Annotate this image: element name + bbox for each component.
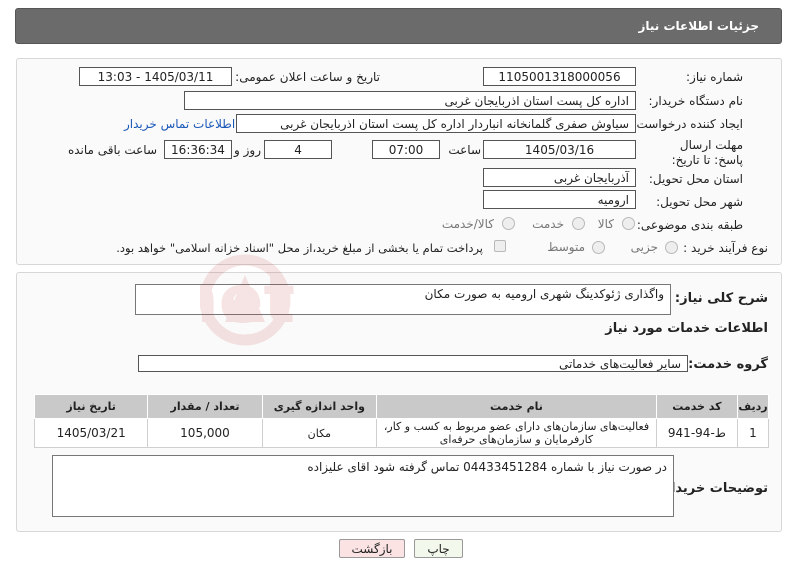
cell-code: ط-94-941: [655, 418, 738, 448]
services-table: ردیف کد خدمت نام خدمت واحد اندازه گیری ت…: [33, 394, 770, 448]
back-button[interactable]: بازگشت: [339, 539, 405, 558]
days-label: روز و: [234, 143, 261, 157]
column-header-unit: واحد اندازه گیری: [261, 394, 378, 419]
cell-name: فعالیت‌های سازمان‌های دارای عضو مربوط به…: [376, 418, 657, 448]
buyer-notes-label: توضیحات خریدار:: [658, 481, 768, 496]
category-radio-goods-service[interactable]: [502, 217, 515, 230]
category-option-goods: کالا: [597, 217, 614, 231]
process-type-label: نوع فرآیند خرید :: [683, 241, 768, 255]
remaining-time-field: 16:36:34: [164, 140, 232, 159]
column-header-qty: تعداد / مقدار: [147, 394, 263, 419]
announce-datetime-label: تاریخ و ساعت اعلان عمومی:: [235, 70, 380, 84]
column-header-index: ردیف: [736, 394, 770, 419]
deadline-label: مهلت ارسال پاسخ: تا تاریخ:: [671, 138, 743, 167]
print-button[interactable]: چاپ: [414, 539, 463, 558]
province-label: استان محل تحویل:: [648, 172, 743, 186]
page-header: جزئیات اطلاعات نیاز: [15, 8, 782, 44]
category-radio-goods[interactable]: [622, 217, 635, 230]
buyer-org-field: اداره کل پست استان اذربایجان غربی: [184, 91, 636, 110]
cell-index: 1: [736, 418, 770, 448]
column-header-name: نام خدمت: [376, 394, 657, 419]
services-section-title: اطلاعات خدمات مورد نیاز: [605, 321, 768, 336]
city-label: شهر محل تحویل:: [656, 195, 743, 209]
province-field: آذربایجان غربی: [483, 168, 636, 187]
category-option-service: خدمت: [532, 217, 564, 231]
treasury-payment-note: پرداخت تمام یا بخشی از مبلغ خرید،از محل …: [116, 241, 483, 255]
category-option-goods-service: کالا/خدمت: [441, 217, 494, 231]
creator-field: سیاوش صفری گلمانخانه انباردار اداره کل پ…: [236, 114, 636, 133]
city-field: ارومیه: [483, 190, 636, 209]
deadline-date-field: 1405/03/16: [483, 140, 636, 159]
deadline-time-field: 07:00: [372, 140, 440, 159]
process-radio-minor[interactable]: [665, 241, 678, 254]
service-group-label: گروه خدمت:: [688, 357, 768, 372]
cell-unit: مکان: [261, 418, 378, 448]
process-radio-medium[interactable]: [592, 241, 605, 254]
summary-textarea: واگذاری ژئوکدینگ شهری ارومیه به صورت مکا…: [135, 284, 671, 315]
process-option-minor: جزیی: [630, 240, 658, 254]
column-header-date: تاریخ نیاز: [33, 394, 149, 419]
buyer-contact-link[interactable]: اطلاعات تماس خریدار: [124, 117, 235, 131]
category-radio-service[interactable]: [572, 217, 585, 230]
column-header-code: کد خدمت: [655, 394, 738, 419]
category-label: طبقه بندی موضوعی:: [636, 218, 743, 232]
buyer-org-label: نام دستگاه خریدار:: [648, 94, 744, 108]
days-remaining-field: 4: [264, 140, 332, 159]
table-header-row: ردیف کد خدمت نام خدمت واحد اندازه گیری ت…: [33, 394, 770, 419]
creator-label: ایجاد کننده درخواست:: [632, 117, 743, 131]
remaining-time-label: ساعت باقی مانده: [67, 143, 157, 157]
summary-label: شرح کلی نیاز:: [674, 291, 768, 306]
need-number-label: شماره نیاز:: [686, 70, 743, 84]
table-row: 1 ط-94-941 فعالیت‌های سازمان‌های دارای ع…: [33, 418, 770, 448]
page-title: جزئیات اطلاعات نیاز: [638, 19, 759, 33]
buyer-notes-textarea: در صورت نیاز با شماره 04433451284 تماس گ…: [52, 455, 674, 517]
announce-datetime-field: 1405/03/11 - 13:03: [79, 67, 232, 86]
cell-qty: 105,000: [147, 418, 263, 448]
deadline-time-label: ساعت: [448, 143, 481, 157]
need-number-field: 1105001318000056: [483, 67, 636, 86]
cell-date: 1405/03/21: [33, 418, 149, 448]
service-group-field: سایر فعالیت‌های خدماتی: [138, 355, 688, 372]
process-option-medium: متوسط: [547, 240, 585, 254]
treasury-payment-checkbox[interactable]: [494, 240, 506, 252]
